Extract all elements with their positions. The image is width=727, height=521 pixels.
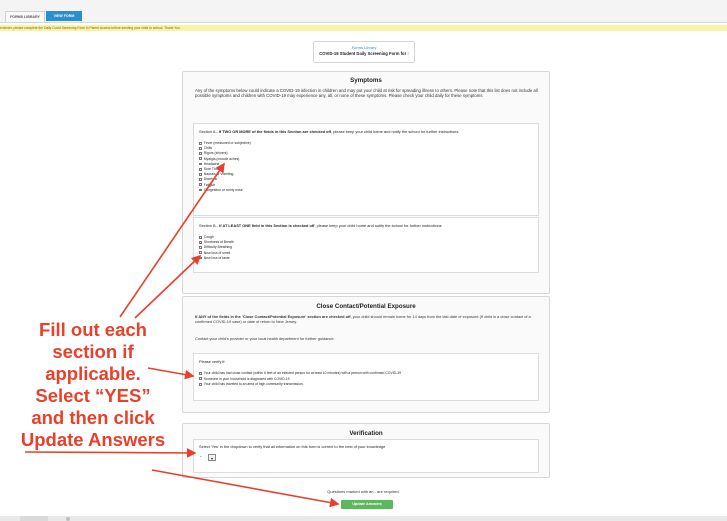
checkbox[interactable] — [199, 382, 202, 386]
section-a-symptom-item[interactable]: Congestion or runny nose — [199, 188, 243, 192]
checkbox[interactable] — [199, 162, 202, 166]
section-a: Section A - If TWO OR MORE of the fields… — [193, 123, 539, 216]
section-a-symptom-item[interactable]: Fatigue — [199, 183, 215, 187]
section-b-symptom-label: New loss of taste — [203, 255, 230, 260]
checkbox[interactable] — [199, 235, 202, 239]
verify-section: Please verify if: Your child has had clo… — [193, 353, 539, 401]
section-a-symptom-item[interactable]: Myalgia (muscle aches) — [199, 157, 239, 161]
exposure-label: Your child has traveled to an area of hi… — [203, 382, 304, 386]
section-b-symptom-item[interactable]: Cough — [199, 235, 214, 239]
circle-icon[interactable] — [66, 516, 70, 521]
forms-library-link[interactable]: Forms Library — [314, 45, 414, 50]
section-a-symptom-item[interactable]: Headache — [199, 162, 219, 166]
tab-forms-library[interactable]: FORMS LIBRARY — [5, 11, 45, 22]
reminder-banner: eminder, please complete the Daily Covid… — [0, 25, 727, 31]
section-a-symptom-item[interactable]: Rigors (shivers) — [199, 151, 228, 155]
verify-label: Please verify if: — [199, 359, 226, 364]
symptoms-title: Symptoms — [350, 77, 382, 84]
arrow-to-dropdown — [24, 448, 197, 458]
bottom-bar — [0, 516, 727, 521]
checkbox[interactable] — [199, 251, 202, 255]
verification-section: Select 'Yes' in the dropdown to verify t… — [193, 439, 539, 473]
verification-label: Select 'Yes' in the dropdown to verify t… — [199, 444, 386, 449]
verification-title: Verification — [349, 430, 383, 437]
section-a-symptom-label: Sore Throat — [203, 167, 222, 171]
exposure-label: Your child has had close contact (within… — [203, 371, 401, 375]
close-contact-guidance: Contact your child's provider or your lo… — [195, 336, 335, 341]
annotation-line: applicable. — [45, 363, 141, 384]
section-b-symptom-item[interactable]: Shortness of Breath — [199, 240, 234, 244]
annotation-line: Update Answers — [20, 429, 166, 450]
dropdown-value: - — [200, 454, 202, 460]
symptoms-intro: Any of the symptoms below could indicate… — [195, 88, 538, 99]
close-contact-title: Close Contact/Potential Exposure — [316, 303, 416, 310]
close-contact-card: Close Contact/Potential Exposure If ANY … — [182, 296, 550, 413]
section-a-symptom-label: Congestion or runny nose — [203, 187, 243, 192]
checkbox[interactable] — [199, 256, 202, 260]
annotation-line: section if — [52, 341, 134, 362]
section-a-heading: Section A - If TWO OR MORE of the fields… — [199, 129, 460, 134]
section-a-symptom-item[interactable]: Fever (measured or subjective) — [199, 141, 251, 145]
exposure-item[interactable]: Someone in your household is diagnosed w… — [199, 377, 290, 381]
form-title: COVID-19 Student Daily Screening Form fo… — [319, 51, 409, 56]
checkbox[interactable] — [199, 152, 202, 155]
section-b-symptom-label: Cough — [203, 235, 214, 239]
checkbox[interactable] — [199, 240, 202, 244]
section-b: Section B - If AT LEAST ONE field in thi… — [193, 217, 539, 273]
form-header: Forms Library COVID-19 Student Daily Scr… — [313, 41, 415, 63]
section-b-symptom-label: Difficulty Breathing — [203, 245, 233, 250]
section-a-symptom-item[interactable]: Chills — [199, 146, 212, 150]
section-a-symptom-label: Chills — [203, 146, 213, 151]
section-b-symptom-label: Shortness of Breath — [203, 240, 234, 245]
annotation-line: Select “YES” — [35, 385, 151, 406]
checkbox[interactable] — [199, 371, 202, 375]
section-a-symptom-label: Nausea or Vomiting — [203, 172, 234, 177]
checkbox[interactable] — [199, 141, 202, 145]
symptoms-card: Symptoms Any of the symptoms below could… — [182, 71, 550, 294]
section-a-symptom-label: Headache — [203, 161, 220, 166]
checkbox[interactable] — [199, 377, 202, 380]
section-b-symptom-item[interactable]: New loss of taste — [199, 256, 230, 260]
top-nav-bar: FORMS LIBRARY VIEW FORM — [0, 0, 727, 23]
checkbox[interactable] — [199, 188, 202, 192]
verification-dropdown[interactable]: - ▾ — [200, 454, 222, 461]
section-a-symptom-label: Fever (measured or subjective) — [203, 141, 251, 145]
section-a-symptom-item[interactable]: Diarrhea — [199, 177, 217, 181]
section-a-symptom-label: Diarrhea — [203, 177, 217, 182]
annotation-line: Fill out each — [39, 319, 147, 340]
exposure-label: Someone in your household is diagnosed w… — [203, 376, 290, 381]
exposure-item[interactable]: Your child has traveled to an area of hi… — [199, 382, 304, 386]
required-note: Questions marked with an - are required. — [327, 489, 400, 494]
section-b-symptom-label: New loss of smell — [203, 250, 231, 255]
checkbox[interactable] — [199, 178, 202, 181]
checkbox[interactable] — [199, 246, 202, 249]
section-a-symptom-item[interactable]: Nausea or Vomiting — [199, 172, 233, 176]
checkbox[interactable] — [199, 172, 202, 176]
section-a-symptom-label: Rigors (shivers) — [203, 151, 228, 156]
checkbox[interactable] — [199, 183, 202, 187]
checkbox[interactable] — [199, 146, 202, 150]
update-answers-button[interactable]: Update Answers — [341, 500, 393, 509]
bottom-tab[interactable] — [20, 516, 48, 521]
chevron-down-icon[interactable]: ▾ — [208, 454, 216, 461]
tab-view-form[interactable]: VIEW FORM — [46, 11, 82, 21]
verification-card: Verification Select 'Yes' in the dropdow… — [182, 423, 550, 478]
exposure-item[interactable]: Your child has had close contact (within… — [199, 371, 401, 375]
section-b-heading: Section B - If AT LEAST ONE field in thi… — [199, 223, 442, 228]
instruction-annotation: Fill out each section if applicable. Sel… — [0, 319, 186, 451]
section-a-symptom-label: Myalgia (muscle aches) — [203, 156, 240, 161]
checkbox[interactable] — [199, 157, 202, 161]
section-a-symptom-label: Fatigue — [203, 182, 216, 187]
section-b-symptom-item[interactable]: Difficulty Breathing — [199, 245, 232, 249]
section-b-symptom-item[interactable]: New loss of smell — [199, 251, 230, 255]
checkbox[interactable] — [199, 167, 202, 171]
annotation-line: and then click — [31, 407, 155, 428]
section-a-symptom-item[interactable]: Sore Throat — [199, 167, 222, 171]
close-contact-text: If ANY of the fields in the 'Close Conta… — [195, 314, 531, 324]
